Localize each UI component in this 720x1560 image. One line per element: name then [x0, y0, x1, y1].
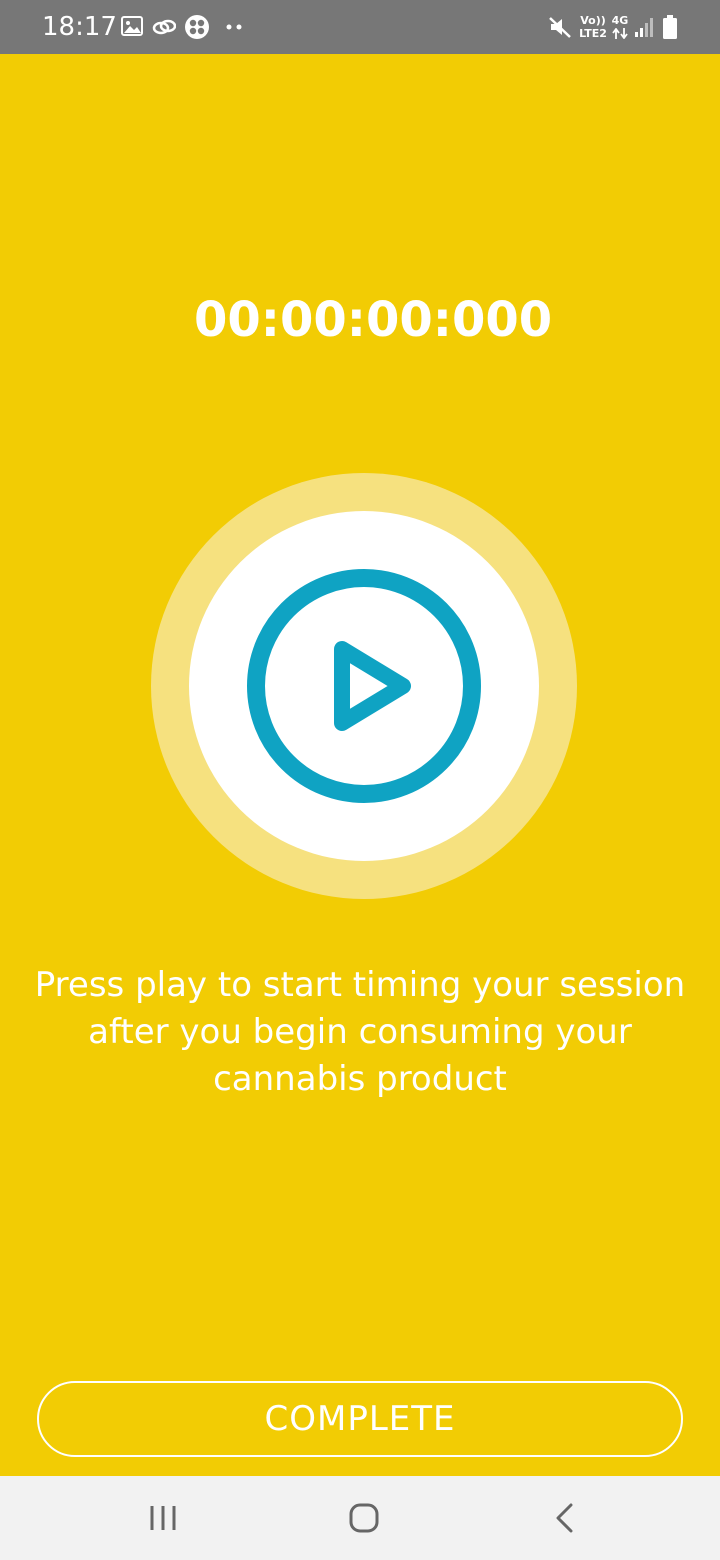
home-icon[interactable]	[340, 1494, 388, 1542]
status-time: 18:17	[42, 12, 117, 42]
session-timer: 00:00:00:000	[194, 292, 553, 348]
play-button[interactable]	[151, 473, 577, 899]
battery-icon	[663, 15, 677, 39]
play-button-inner	[189, 511, 539, 861]
navigation-bar	[0, 1476, 720, 1560]
fan-icon	[185, 15, 209, 39]
signal-icon	[635, 18, 653, 37]
recents-icon[interactable]	[139, 1494, 187, 1542]
network-label: 4G	[611, 14, 629, 27]
mute-icon	[549, 17, 571, 38]
complete-button[interactable]: COMPLETE	[37, 1381, 683, 1457]
lte-label: LTE2	[579, 27, 607, 40]
timer-screen: 18:17 Vo)) LTE2 4G 00:00:00:000 Press pl…	[0, 0, 720, 1560]
status-bar: 18:17 Vo)) LTE2 4G	[0, 0, 720, 54]
play-icon	[247, 569, 481, 803]
image-icon	[121, 16, 143, 36]
more-dots-icon	[226, 24, 242, 30]
data-arrows-icon	[612, 28, 628, 39]
volte-label: Vo))	[580, 14, 606, 27]
instruction-text: Press play to start timing your session …	[34, 965, 686, 1099]
back-icon[interactable]	[541, 1494, 589, 1542]
link-icon	[152, 19, 176, 35]
